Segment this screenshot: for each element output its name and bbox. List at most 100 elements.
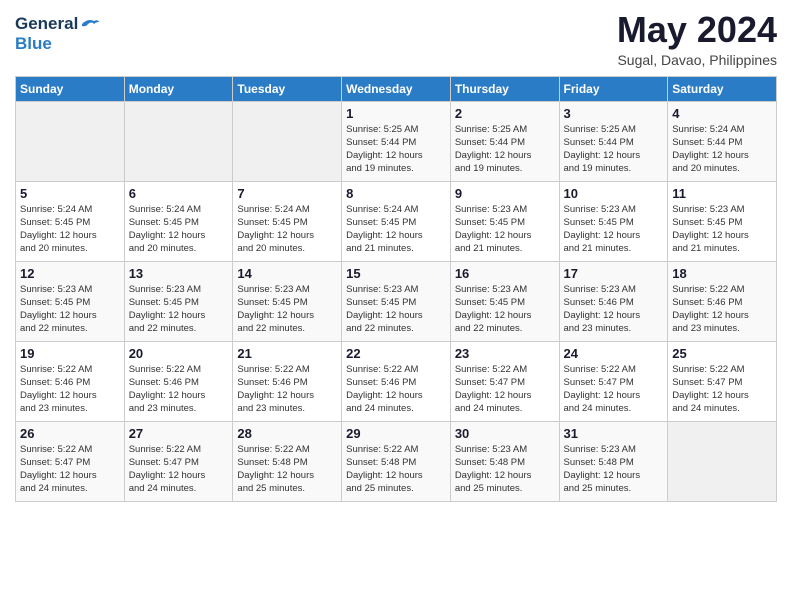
day-number: 31 [564, 426, 664, 441]
weekday-header-monday: Monday [124, 76, 233, 101]
day-cell-19: 19Sunrise: 5:22 AM Sunset: 5:46 PM Dayli… [16, 341, 125, 421]
calendar-table: SundayMondayTuesdayWednesdayThursdayFrid… [15, 76, 777, 502]
day-number: 9 [455, 186, 555, 201]
day-number: 6 [129, 186, 229, 201]
logo: General Blue [15, 10, 100, 54]
day-cell-27: 27 Sunrise: 5:22 AM Sunset: 5:47 PM Dayli… [124, 421, 233, 501]
day-cell-14: 14 Sunrise: 5:23 AM Sunset: 5:45 PM Dayli… [233, 261, 342, 341]
day-info: Sunrise: 5:22 AM Sunset: 5:46 PM Dayligh… [20, 363, 120, 416]
day-number: 24 [564, 346, 664, 361]
day-cell-5: 5 Sunrise: 5:24 AM Sunset: 5:45 PM Daylig… [16, 181, 125, 261]
day-cell-17: 17 Sunrise: 5:23 AM Sunset: 5:46 PM Dayli… [559, 261, 668, 341]
weekday-header-friday: Friday [559, 76, 668, 101]
day-info: Sunrise: 5:22 AM Sunset: 5:47 PM Dayligh… [129, 443, 229, 496]
day-number: 30 [455, 426, 555, 441]
day-number: 18 [672, 266, 772, 281]
day-number: 5 [20, 186, 120, 201]
day-number: 20 [129, 346, 229, 361]
day-info: Sunrise: 5:23 AM Sunset: 5:45 PM Dayligh… [129, 283, 229, 336]
location: Sugal, Davao, Philippines [617, 52, 777, 68]
day-info: Sunrise: 5:23 AM Sunset: 5:45 PM Dayligh… [564, 203, 664, 256]
day-number: 11 [672, 186, 772, 201]
day-info: Sunrise: 5:23 AM Sunset: 5:45 PM Dayligh… [346, 283, 446, 336]
day-info: Sunrise: 5:22 AM Sunset: 5:46 PM Dayligh… [129, 363, 229, 416]
day-cell-20: 20 Sunrise: 5:22 AM Sunset: 5:46 PM Dayli… [124, 341, 233, 421]
day-info: Sunrise: 5:22 AM Sunset: 5:48 PM Dayligh… [346, 443, 446, 496]
day-info: Sunrise: 5:23 AM Sunset: 5:48 PM Dayligh… [455, 443, 555, 496]
day-number: 29 [346, 426, 446, 441]
day-cell-6: 6 Sunrise: 5:24 AM Sunset: 5:45 PM Daylig… [124, 181, 233, 261]
day-cell-9: 9 Sunrise: 5:23 AM Sunset: 5:45 PM Daylig… [450, 181, 559, 261]
day-number: 27 [129, 426, 229, 441]
day-cell-31: 31 Sunrise: 5:23 AM Sunset: 5:48 PM Dayli… [559, 421, 668, 501]
day-cell-2: 2Sunrise: 5:25 AM Sunset: 5:44 PM Daylig… [450, 101, 559, 181]
day-info: Sunrise: 5:25 AM Sunset: 5:44 PM Dayligh… [455, 123, 555, 176]
day-cell-30: 30 Sunrise: 5:23 AM Sunset: 5:48 PM Dayli… [450, 421, 559, 501]
day-cell-15: 15 Sunrise: 5:23 AM Sunset: 5:45 PM Dayli… [342, 261, 451, 341]
day-info: Sunrise: 5:24 AM Sunset: 5:44 PM Dayligh… [672, 123, 772, 176]
day-info: Sunrise: 5:23 AM Sunset: 5:45 PM Dayligh… [672, 203, 772, 256]
day-cell-28: 28 Sunrise: 5:22 AM Sunset: 5:48 PM Dayli… [233, 421, 342, 501]
day-cell-16: 16Sunrise: 5:23 AM Sunset: 5:45 PM Dayli… [450, 261, 559, 341]
empty-cell [233, 101, 342, 181]
day-info: Sunrise: 5:23 AM Sunset: 5:48 PM Dayligh… [564, 443, 664, 496]
week-row-5: 26 Sunrise: 5:22 AM Sunset: 5:47 PM Dayli… [16, 421, 777, 501]
day-number: 22 [346, 346, 446, 361]
day-cell-3: 3Sunrise: 5:25 AM Sunset: 5:44 PM Daylig… [559, 101, 668, 181]
day-number: 7 [237, 186, 337, 201]
week-row-4: 19Sunrise: 5:22 AM Sunset: 5:46 PM Dayli… [16, 341, 777, 421]
day-number: 23 [455, 346, 555, 361]
day-number: 8 [346, 186, 446, 201]
day-cell-26: 26 Sunrise: 5:22 AM Sunset: 5:47 PM Dayli… [16, 421, 125, 501]
week-row-1: 1 Sunrise: 5:25 AM Sunset: 5:44 PM Daylig… [16, 101, 777, 181]
logo-general-text: General [15, 14, 78, 34]
weekday-header-thursday: Thursday [450, 76, 559, 101]
day-number: 17 [564, 266, 664, 281]
day-info: Sunrise: 5:23 AM Sunset: 5:46 PM Dayligh… [564, 283, 664, 336]
day-info: Sunrise: 5:23 AM Sunset: 5:45 PM Dayligh… [20, 283, 120, 336]
header: General Blue May 2024 Sugal, Davao, Phil… [15, 10, 777, 68]
logo-bird-icon [80, 16, 100, 32]
day-info: Sunrise: 5:22 AM Sunset: 5:47 PM Dayligh… [20, 443, 120, 496]
day-info: Sunrise: 5:22 AM Sunset: 5:47 PM Dayligh… [564, 363, 664, 416]
week-row-2: 5 Sunrise: 5:24 AM Sunset: 5:45 PM Daylig… [16, 181, 777, 261]
week-row-3: 12 Sunrise: 5:23 AM Sunset: 5:45 PM Dayli… [16, 261, 777, 341]
day-cell-7: 7 Sunrise: 5:24 AM Sunset: 5:45 PM Daylig… [233, 181, 342, 261]
day-info: Sunrise: 5:22 AM Sunset: 5:47 PM Dayligh… [455, 363, 555, 416]
title-area: May 2024 Sugal, Davao, Philippines [617, 10, 777, 68]
month-title: May 2024 [617, 10, 777, 50]
day-number: 10 [564, 186, 664, 201]
day-number: 12 [20, 266, 120, 281]
day-info: Sunrise: 5:24 AM Sunset: 5:45 PM Dayligh… [346, 203, 446, 256]
day-number: 28 [237, 426, 337, 441]
day-cell-4: 4 Sunrise: 5:24 AM Sunset: 5:44 PM Daylig… [668, 101, 777, 181]
day-info: Sunrise: 5:24 AM Sunset: 5:45 PM Dayligh… [20, 203, 120, 256]
day-info: Sunrise: 5:24 AM Sunset: 5:45 PM Dayligh… [237, 203, 337, 256]
day-info: Sunrise: 5:22 AM Sunset: 5:46 PM Dayligh… [237, 363, 337, 416]
logo-blue-text: Blue [15, 34, 52, 54]
day-cell-23: 23 Sunrise: 5:22 AM Sunset: 5:47 PM Dayli… [450, 341, 559, 421]
day-info: Sunrise: 5:23 AM Sunset: 5:45 PM Dayligh… [237, 283, 337, 336]
day-cell-25: 25Sunrise: 5:22 AM Sunset: 5:47 PM Dayli… [668, 341, 777, 421]
empty-cell [668, 421, 777, 501]
day-number: 4 [672, 106, 772, 121]
weekday-header-tuesday: Tuesday [233, 76, 342, 101]
day-cell-12: 12 Sunrise: 5:23 AM Sunset: 5:45 PM Dayli… [16, 261, 125, 341]
day-number: 26 [20, 426, 120, 441]
day-cell-11: 11 Sunrise: 5:23 AM Sunset: 5:45 PM Dayli… [668, 181, 777, 261]
day-number: 1 [346, 106, 446, 121]
day-cell-8: 8 Sunrise: 5:24 AM Sunset: 5:45 PM Daylig… [342, 181, 451, 261]
day-info: Sunrise: 5:23 AM Sunset: 5:45 PM Dayligh… [455, 283, 555, 336]
day-cell-24: 24 Sunrise: 5:22 AM Sunset: 5:47 PM Dayli… [559, 341, 668, 421]
day-info: Sunrise: 5:23 AM Sunset: 5:45 PM Dayligh… [455, 203, 555, 256]
day-number: 15 [346, 266, 446, 281]
day-info: Sunrise: 5:22 AM Sunset: 5:46 PM Dayligh… [672, 283, 772, 336]
day-number: 21 [237, 346, 337, 361]
day-number: 14 [237, 266, 337, 281]
day-info: Sunrise: 5:24 AM Sunset: 5:45 PM Dayligh… [129, 203, 229, 256]
day-cell-18: 18 Sunrise: 5:22 AM Sunset: 5:46 PM Dayli… [668, 261, 777, 341]
day-info: Sunrise: 5:22 AM Sunset: 5:48 PM Dayligh… [237, 443, 337, 496]
day-cell-21: 21 Sunrise: 5:22 AM Sunset: 5:46 PM Dayli… [233, 341, 342, 421]
weekday-header-saturday: Saturday [668, 76, 777, 101]
weekday-header-row: SundayMondayTuesdayWednesdayThursdayFrid… [16, 76, 777, 101]
